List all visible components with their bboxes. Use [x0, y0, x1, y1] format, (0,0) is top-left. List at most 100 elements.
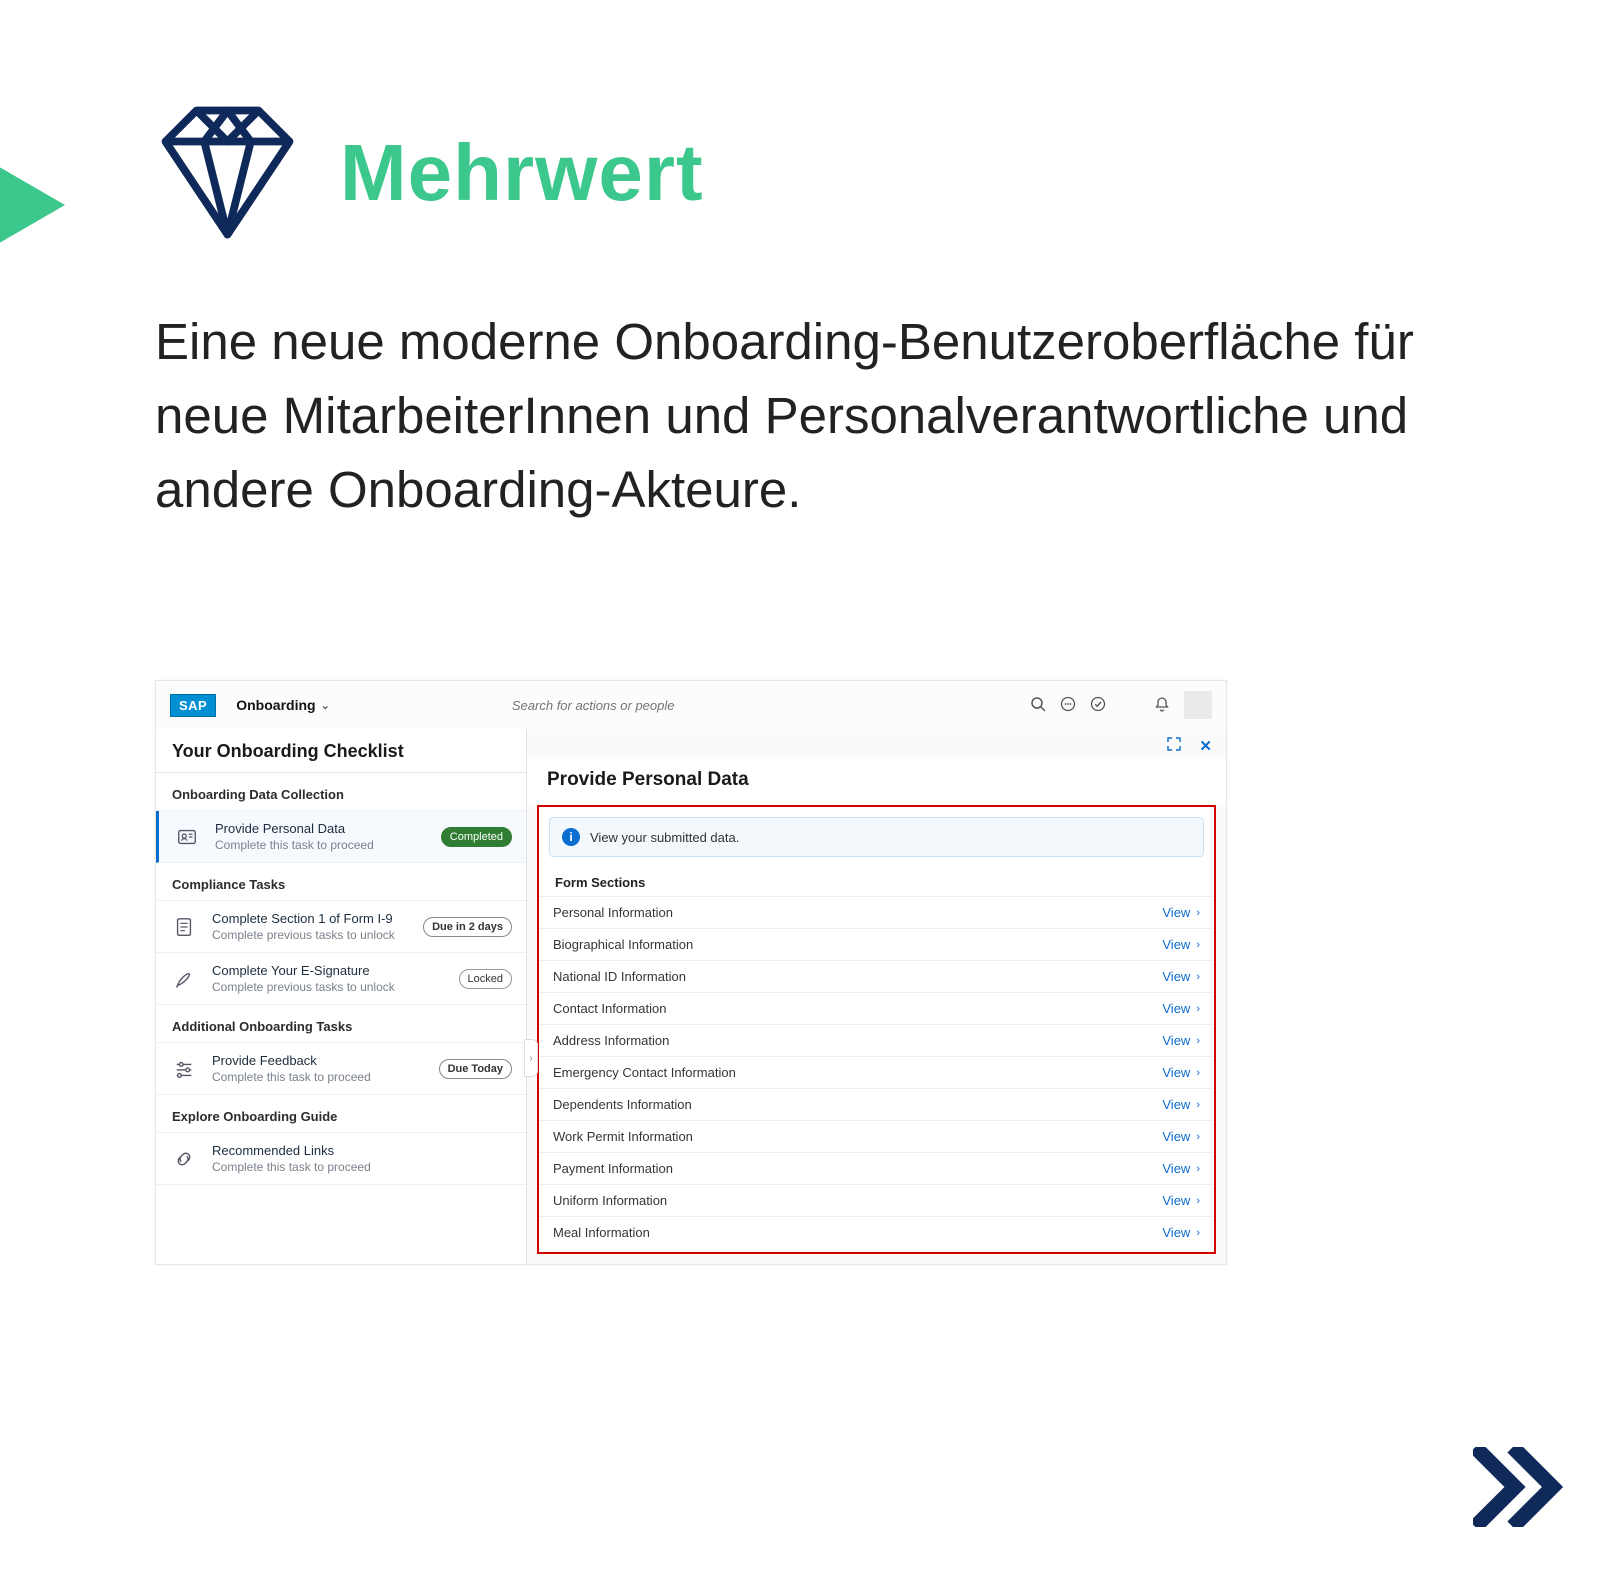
- form-section-name: Work Permit Information: [553, 1129, 693, 1144]
- chevron-right-icon: ›: [1196, 1067, 1200, 1079]
- checklist-section-label: Additional Onboarding Tasks: [156, 1005, 526, 1043]
- top-icons: [1030, 691, 1212, 719]
- task-row[interactable]: Complete Section 1 of Form I-9Complete p…: [156, 901, 526, 953]
- panel-expand-handle[interactable]: ›: [524, 1039, 538, 1077]
- detail-title: Provide Personal Data: [527, 759, 1226, 805]
- form-section-row: Uniform InformationView›: [539, 1184, 1214, 1216]
- task-badge: Completed: [441, 827, 512, 847]
- decorative-arrow-left: [0, 150, 65, 260]
- app-menu-label: Onboarding: [236, 697, 315, 713]
- checklist-title: Your Onboarding Checklist: [156, 729, 526, 773]
- sliders-icon: [170, 1055, 198, 1083]
- app-menu-dropdown[interactable]: Onboarding ⌄: [236, 697, 330, 713]
- form-section-row: Contact Information View ›: [539, 992, 1214, 1024]
- task-subtitle: Complete this task to proceed: [212, 1160, 512, 1174]
- slide-body-text: Eine neue moderne Onboarding-Benutzer­ob…: [155, 305, 1475, 527]
- view-link[interactable]: View ›: [1162, 1065, 1200, 1080]
- slide-page: Mehrwert Eine neue moderne Onboarding-Be…: [0, 0, 1623, 1577]
- highlighted-form-area: i View your submitted data. Form Section…: [537, 805, 1216, 1254]
- form-section-name: Contact Information: [553, 1001, 666, 1016]
- checklist-section-label: Compliance Tasks: [156, 863, 526, 901]
- task-subtitle: Complete previous tasks to unlock: [212, 980, 445, 994]
- form-section-name: Meal Information: [553, 1225, 650, 1240]
- task-row[interactable]: Provide FeedbackComplete this task to pr…: [156, 1043, 526, 1095]
- view-link[interactable]: View›: [1162, 1097, 1200, 1112]
- form-section-name: Biographical Information: [553, 937, 693, 952]
- info-icon: i: [562, 828, 580, 846]
- header-block: Mehrwert: [150, 95, 704, 250]
- view-link[interactable]: View›: [1162, 1225, 1200, 1240]
- app-screenshot: SAP Onboarding ⌄: [155, 680, 1227, 1265]
- search-icon[interactable]: [1030, 696, 1046, 715]
- view-link[interactable]: View›: [1162, 937, 1200, 952]
- id-card-icon: [173, 823, 201, 851]
- fullscreen-icon[interactable]: [1167, 737, 1181, 755]
- form-sections-label: Form Sections: [539, 865, 1214, 896]
- view-link-label: View: [1162, 1129, 1190, 1144]
- form-section-name: Emergency Contact Information: [553, 1065, 736, 1080]
- view-link-label: View: [1162, 1193, 1190, 1208]
- slide-title: Mehrwert: [340, 127, 704, 219]
- chevron-right-icon: ›: [1196, 1035, 1200, 1047]
- chevron-right-icon: ›: [1196, 1163, 1200, 1175]
- view-link[interactable]: View ›: [1162, 1129, 1200, 1144]
- form-section-row: Biographical Information View›: [539, 928, 1214, 960]
- task-title: Complete Section 1 of Form I-9: [212, 911, 409, 926]
- task-row[interactable]: Recommended Links Complete this task to p…: [156, 1133, 526, 1185]
- app-columns: Your Onboarding Checklist Onboarding Dat…: [156, 729, 1226, 1264]
- form-section-name: Payment Information: [553, 1161, 673, 1176]
- task-row[interactable]: Provide Personal DataComplete this task …: [156, 811, 526, 863]
- search-input[interactable]: [510, 697, 850, 714]
- checklist-section-label: Explore Onboarding Guide: [156, 1095, 526, 1133]
- chevron-right-icon: ›: [1196, 907, 1200, 919]
- chevron-right-icon: ›: [1196, 1099, 1200, 1111]
- form-section-row: Dependents Information View›: [539, 1088, 1214, 1120]
- bell-icon[interactable]: [1154, 696, 1170, 715]
- task-badge: Due Today: [439, 1059, 512, 1079]
- task-badge: Due in 2 days: [423, 917, 512, 937]
- form-section-row: Payment Information View ›: [539, 1152, 1214, 1184]
- view-link[interactable]: View›: [1162, 1193, 1200, 1208]
- view-link[interactable]: View ›: [1162, 1161, 1200, 1176]
- form-icon: [170, 913, 198, 941]
- view-link-label: View: [1162, 969, 1190, 984]
- form-section-row: National ID Information View ›: [539, 960, 1214, 992]
- view-link-label: View: [1162, 1065, 1190, 1080]
- diamond-icon: [150, 95, 305, 250]
- view-link-label: View: [1162, 1001, 1190, 1016]
- view-link[interactable]: View ›: [1162, 969, 1200, 984]
- form-section-row: Work Permit Information View ›: [539, 1120, 1214, 1152]
- view-link-label: View: [1162, 905, 1190, 920]
- view-link[interactable]: View ›: [1162, 1001, 1200, 1016]
- chevron-right-icon: ›: [1196, 1131, 1200, 1143]
- task-title: Provide Personal Data: [215, 821, 427, 836]
- chevron-right-icon: ›: [1196, 1003, 1200, 1015]
- chevron-down-icon: ⌄: [321, 699, 330, 712]
- info-banner: i View your submitted data.: [549, 817, 1204, 857]
- task-subtitle: Complete this task to proceed: [212, 1070, 425, 1084]
- view-link[interactable]: View ›: [1162, 1033, 1200, 1048]
- chevron-right-icon: [1473, 1447, 1563, 1527]
- task-title: Complete Your E-Signature: [212, 963, 445, 978]
- view-link[interactable]: View ›: [1162, 905, 1200, 920]
- checklist-section-label: Onboarding Data Collection: [156, 773, 526, 811]
- check-circle-icon[interactable]: [1090, 696, 1106, 715]
- task-badge: Locked: [459, 969, 512, 989]
- form-section-row: Address InformationView›: [539, 1024, 1214, 1056]
- view-link-label: View: [1162, 1161, 1190, 1176]
- form-section-name: Dependents Information: [553, 1097, 692, 1112]
- task-title: Recommended Links: [212, 1143, 512, 1158]
- task-row[interactable]: Complete Your E-Signature Complete previo…: [156, 953, 526, 1005]
- form-section-name: National ID Information: [553, 969, 686, 984]
- view-link-label: View: [1162, 1033, 1190, 1048]
- apps-icon[interactable]: [1060, 696, 1076, 715]
- detail-panel: ✕ Provide Personal Data i View your subm…: [527, 729, 1226, 1264]
- checklist-panel: Your Onboarding Checklist Onboarding Dat…: [156, 729, 527, 1264]
- chevron-right-icon: ›: [1196, 971, 1200, 983]
- form-section-name: Personal Information: [553, 905, 673, 920]
- app-topbar: SAP Onboarding ⌄: [156, 681, 1226, 729]
- close-panel-button[interactable]: ✕: [1199, 737, 1212, 755]
- form-section-row: Emergency Contact Information View ›: [539, 1056, 1214, 1088]
- chevron-right-icon: ›: [1196, 1227, 1200, 1239]
- avatar[interactable]: [1184, 691, 1212, 719]
